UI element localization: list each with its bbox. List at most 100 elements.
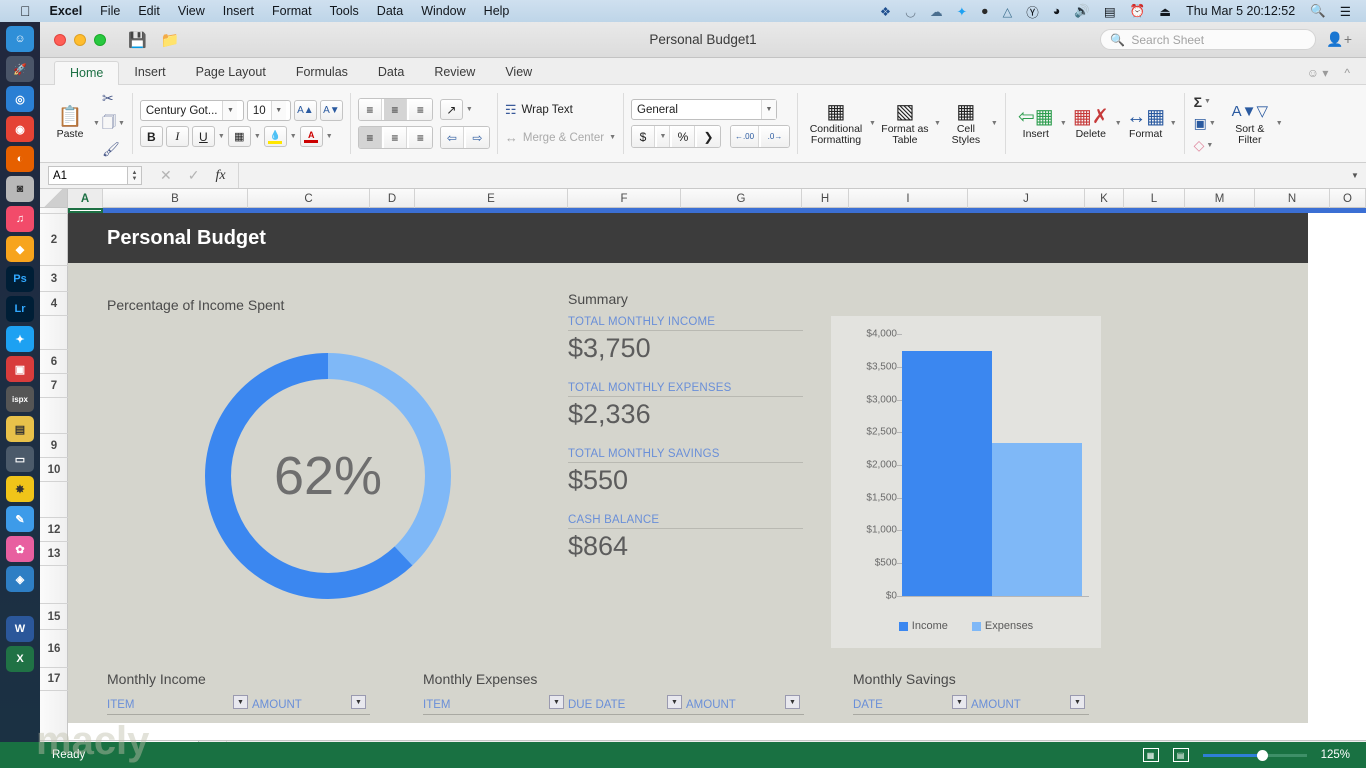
menu-item-data[interactable]: Data [368, 4, 412, 18]
save-icon[interactable]: 💾 [128, 31, 147, 49]
font-name-select[interactable]: Century Got... ▼ [139, 100, 244, 121]
legend-item-expenses[interactable]: Expenses [971, 620, 1033, 632]
paste-button[interactable]: 📋 Paste [47, 107, 93, 140]
currency-button[interactable]: $ [632, 126, 655, 147]
dock-item-excel-icon[interactable]: X [6, 646, 34, 672]
dock-item-paint-icon[interactable]: ✎ [6, 506, 34, 532]
format-cells-button[interactable]: ↔▦ Format [1123, 107, 1169, 140]
twitter-icon[interactable]: ✦ [950, 4, 974, 19]
tab-home[interactable]: Home [54, 61, 120, 85]
menu-item-insert[interactable]: Insert [214, 4, 263, 18]
fill-color-icon[interactable]: 💧 [263, 126, 287, 147]
dock-item-chrome-icon[interactable]: ◉ [6, 116, 34, 142]
comma-style-button[interactable]: ❯ [697, 126, 720, 147]
align-center-icon[interactable]: ≡ [383, 127, 407, 148]
paste-dropdown-caret[interactable]: ▼ [93, 120, 100, 127]
bluetooth-icon[interactable]: Ⓨ [1019, 2, 1046, 21]
apple-menu-icon[interactable]:  [8, 4, 41, 18]
increase-indent-icon[interactable]: ⇨ [465, 127, 489, 148]
row-header-10[interactable]: 10 [40, 458, 68, 482]
cancel-icon[interactable]: ✕ [160, 167, 172, 184]
row-header-14[interactable] [40, 566, 68, 604]
legend-item-income[interactable]: Income [898, 620, 948, 632]
row-headers[interactable]: 2 3 4 6 7 9 10 12 13 15 16 17 [40, 208, 68, 740]
expenses-due-date-filter-icon[interactable]: ▼ [667, 695, 682, 709]
menu-item-file[interactable]: File [91, 4, 129, 18]
dock[interactable]: ☺ 🚀 ◎ ◉ ◐ ◙ ♫ ◆ Ps Lr ✦ ▣ ispx ▤ ▭ ✸ ✎ ✿… [0, 22, 40, 768]
align-middle-icon[interactable]: ≡ [383, 99, 407, 120]
font-size-select[interactable]: 10 ▼ [246, 100, 291, 121]
font-color-icon[interactable]: A [299, 126, 323, 147]
insert-cells-button[interactable]: ⇦▦ Insert [1013, 107, 1059, 140]
column-header-N[interactable]: N [1255, 189, 1330, 208]
eraser-icon[interactable]: ◇ ▼ [1194, 137, 1216, 154]
column-headers[interactable]: A B C D E F G H I J K L M N O [40, 189, 1366, 208]
underline-dropdown-caret[interactable]: ▼ [218, 133, 225, 140]
dock-item-launchpad-icon[interactable]: 🚀 [6, 56, 34, 82]
merge-dropdown-caret[interactable]: ▼ [609, 134, 616, 141]
indent-group[interactable]: ⇦ ⇨ [439, 126, 490, 149]
tab-page-layout[interactable]: Page Layout [181, 61, 281, 84]
dock-item-firefox-icon[interactable]: ◐ [6, 146, 34, 172]
column-header-F[interactable]: F [568, 189, 681, 208]
menu-item-help[interactable]: Help [475, 4, 519, 18]
tab-formulas[interactable]: Formulas [281, 61, 363, 84]
menu-item-tools[interactable]: Tools [321, 4, 368, 18]
dock-item-music-icon[interactable]: ♫ [6, 206, 34, 232]
increase-decimal-icon[interactable]: ← .00 [731, 126, 759, 147]
dock-item-bee-icon[interactable]: ✸ [6, 476, 34, 502]
cloud-icon[interactable]: ☁ [923, 4, 950, 19]
income-amount-filter-icon[interactable]: ▼ [351, 695, 366, 709]
drive-icon[interactable]: △ [996, 4, 1020, 19]
dock-item-notes-icon[interactable]: ▤ [6, 416, 34, 442]
wrap-text-button[interactable]: ☶ Wrap Text [505, 102, 616, 118]
delete-cells-caret[interactable]: ▼ [1115, 120, 1122, 127]
column-header-E[interactable]: E [415, 189, 568, 208]
underline-button[interactable]: U [191, 126, 215, 147]
macos-menubar[interactable]:  Excel File Edit View Insert Format Too… [0, 0, 1366, 22]
column-header-C[interactable]: C [248, 189, 370, 208]
notification-center-icon[interactable]: ☰ [1333, 4, 1358, 19]
autosum-button[interactable]: Σ ▼ [1194, 94, 1216, 110]
savings-col-date[interactable]: DATE ▼ [853, 695, 971, 715]
tab-data[interactable]: Data [363, 61, 419, 84]
dock-item-popcorn-icon[interactable]: ▣ [6, 356, 34, 382]
firefox-icon[interactable]: ● [974, 4, 996, 18]
expenses-col-due-date[interactable]: DUE DATE ▼ [568, 695, 686, 715]
text-rotation-dropdown-caret[interactable]: ▼ [466, 106, 473, 113]
ribbon-tab-strip[interactable]: Home Insert Page Layout Formulas Data Re… [40, 58, 1366, 85]
dock-item-twitter-icon[interactable]: ✦ [6, 326, 34, 352]
font-color-dropdown-caret[interactable]: ▼ [326, 133, 333, 140]
row-header-4[interactable]: 4 [40, 292, 68, 316]
income-expenses-bar-chart[interactable]: $4,000 $3,500 $3,000 $2,500 $2,000 $1,50… [831, 316, 1101, 648]
fill-down-icon[interactable]: ▣ ▼ [1194, 115, 1216, 132]
delete-cells-button[interactable]: ▦✗ Delete [1068, 107, 1114, 140]
borders-icon[interactable]: ▦ [227, 126, 251, 147]
tab-insert[interactable]: Insert [119, 61, 180, 84]
spreadsheet-grid[interactable]: A B C D E F G H I J K L M N O 2 3 4 6 7 … [40, 189, 1366, 740]
insert-cells-caret[interactable]: ▼ [1060, 120, 1067, 127]
arc-icon[interactable]: ◡ [898, 4, 923, 19]
column-header-A[interactable]: A [68, 189, 103, 208]
italic-button[interactable]: I [165, 126, 189, 147]
income-col-item[interactable]: ITEM ▼ [107, 695, 252, 715]
number-format-select[interactable]: General ▼ [631, 99, 777, 120]
align-bottom-icon[interactable]: ≡ [408, 99, 432, 120]
expenses-item-filter-icon[interactable]: ▼ [549, 695, 564, 709]
battery-icon[interactable]: ▤ [1097, 4, 1123, 19]
expenses-amount-filter-icon[interactable]: ▼ [785, 695, 800, 709]
formula-expand-caret[interactable]: ▼ [1344, 171, 1366, 180]
menubar-clock[interactable]: Thu Mar 5 20:12:52 [1178, 4, 1303, 18]
dock-item-layers-icon[interactable]: ◈ [6, 566, 34, 592]
income-item-filter-icon[interactable]: ▼ [233, 695, 248, 709]
align-top-icon[interactable]: ≡ [358, 99, 382, 120]
column-header-K[interactable]: K [1085, 189, 1124, 208]
format-cells-caret[interactable]: ▼ [1170, 120, 1177, 127]
cell-styles-button[interactable]: ▦ Cell Styles [943, 102, 989, 146]
row-header-2[interactable]: 2 [40, 214, 68, 266]
dock-item-sketch-icon[interactable]: ◆ [6, 236, 34, 262]
format-painter-button[interactable]: 🖌 [102, 141, 125, 158]
expenses-col-item[interactable]: ITEM ▼ [423, 695, 568, 715]
dock-item-display-icon[interactable]: ▭ [6, 446, 34, 472]
fill-color-dropdown-caret[interactable]: ▼ [290, 133, 297, 140]
